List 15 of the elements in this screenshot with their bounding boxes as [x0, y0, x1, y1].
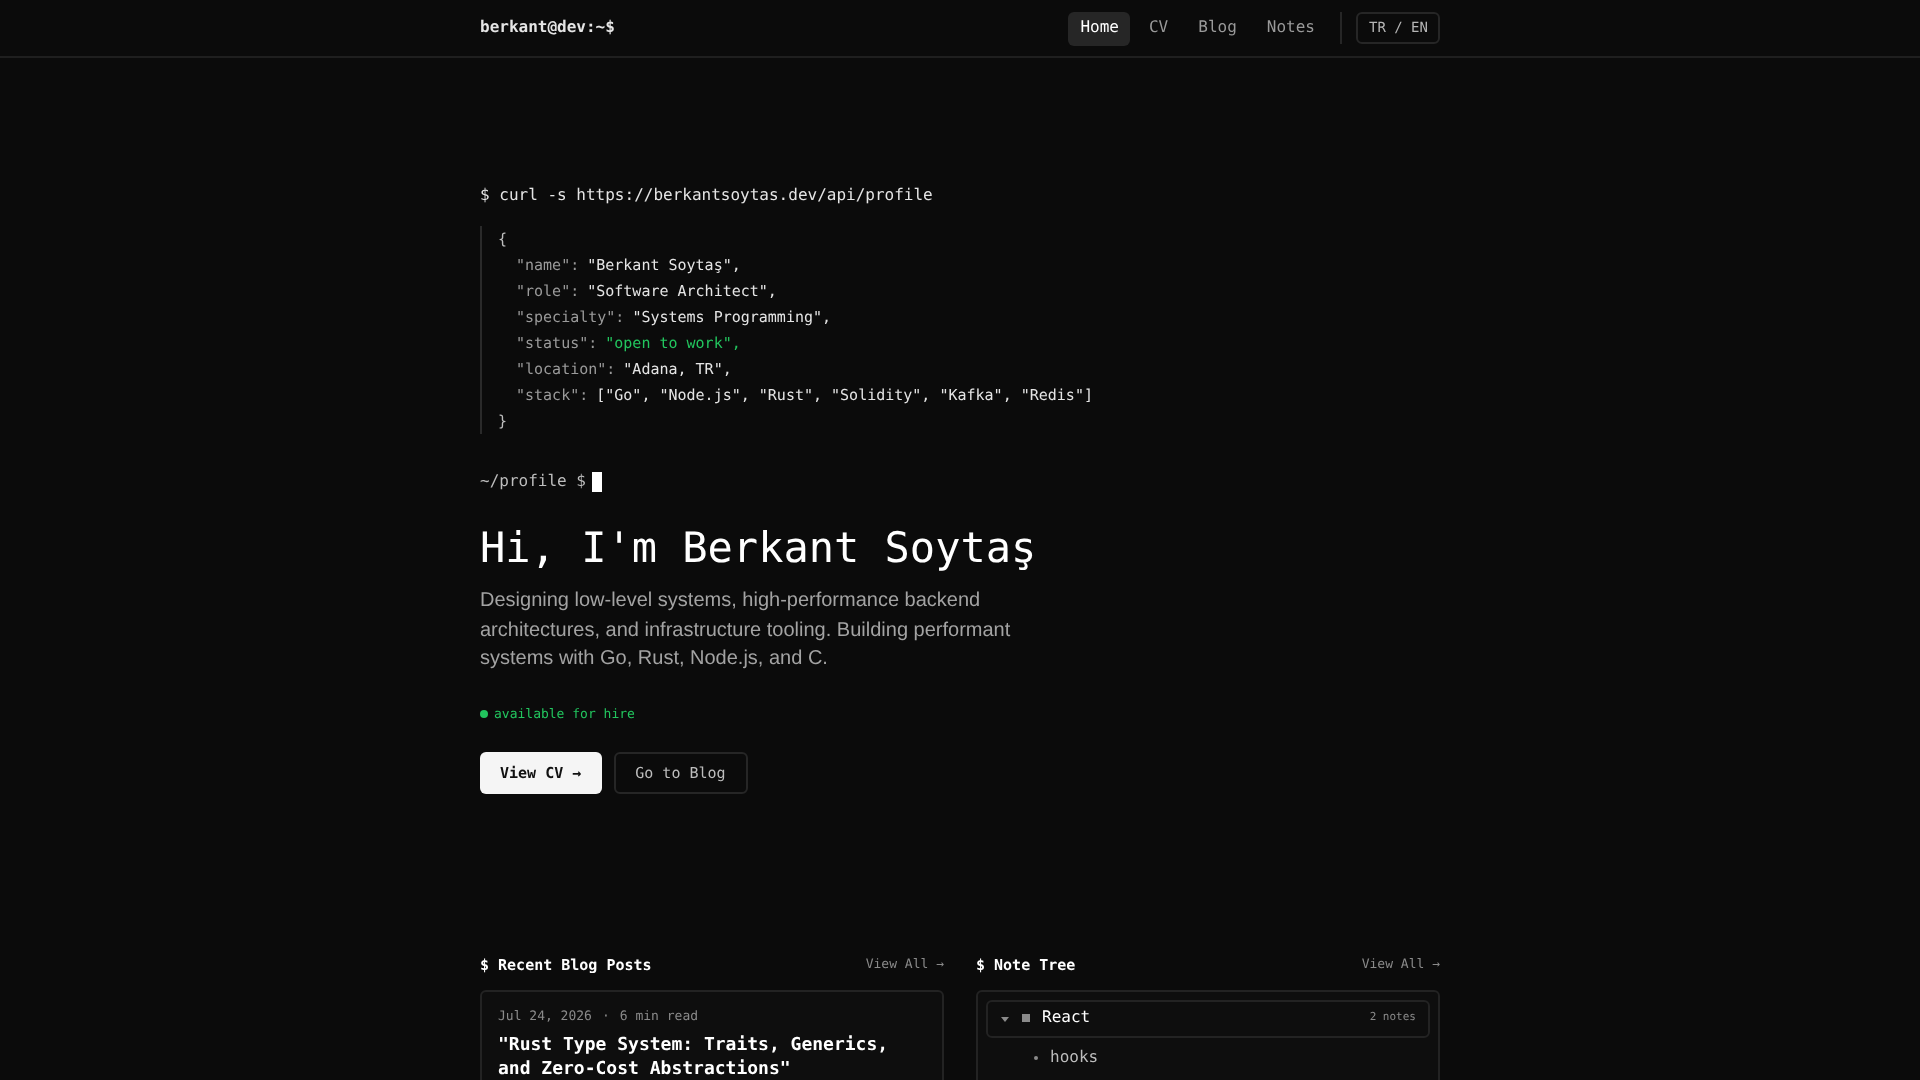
post-title: "Rust Type System: Traits, Generics, and Zero-Cost Abstractions" — [498, 1034, 891, 1080]
nav-tab[interactable]: Home — [1068, 11, 1131, 45]
folder-icon — [1022, 1014, 1030, 1022]
nav-tab[interactable]: Blog — [1186, 11, 1249, 45]
curl-command: $ curl -s https://berkantsoytas.dev/api/profile — [480, 184, 935, 208]
hero-title: Hi, I'm Berkant Soytaş — [480, 522, 1039, 576]
hero-description: Designing low-level systems, high-performance backend architectures, and infrastructure tooling. Building performant systems with Go, Rust, Node.js, and C. — [480, 588, 1013, 674]
site-prompt[interactable]: berkant@dev:~$ — [480, 16, 615, 40]
shell-prompt: ~/profile $ — [480, 470, 586, 494]
note-item[interactable]: hooks — [1050, 1045, 1099, 1069]
cursor-block — [591, 472, 602, 492]
nav-tab[interactable]: CV — [1136, 11, 1181, 45]
expand-icon[interactable] — [1000, 1013, 1010, 1023]
nav-tab[interactable]: Notes — [1254, 11, 1327, 45]
folder-label: React — [1042, 1006, 1091, 1030]
